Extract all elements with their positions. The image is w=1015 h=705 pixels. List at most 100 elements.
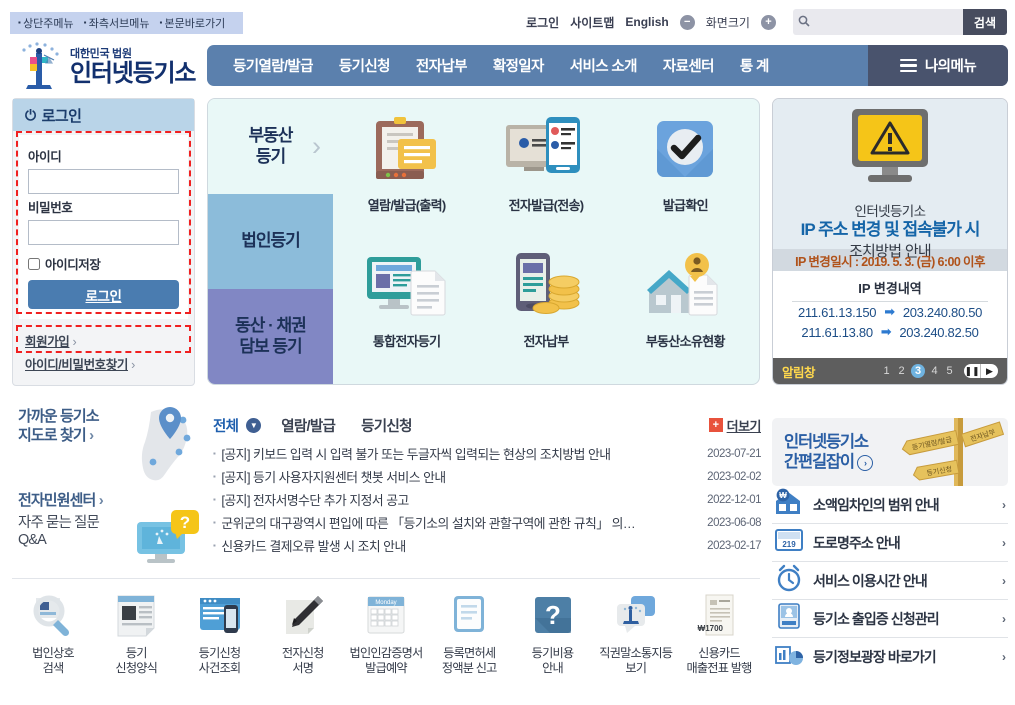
widget-find-registry-office[interactable]: 가까운 등기소 지도로 찾기 › [18,407,203,481]
nav-item-fixed-date[interactable]: 확정일자 [480,55,557,76]
find-id-password-link[interactable]: 아이디/비밀번호찾기 › [25,354,182,373]
notice-item[interactable]: ▪ [공지] 등기 사용자지원센터 챗봇 서비스 안내 2023-02-02 [213,465,762,488]
hero-tile-view-issue[interactable]: 열람/발급(출력) [337,105,476,241]
bottom-icon-ex-officio-notice[interactable]: 직권말소통지등 보기 [595,589,677,677]
korea-map-pin-icon [129,404,203,491]
bottom-icon-case-inquiry[interactable]: 등기신청 사건조회 [179,589,261,677]
utility-english-link[interactable]: English [625,15,668,29]
notice-title[interactable]: [공지] 키보드 입력 시 입력 불가 또는 두글자씩 입력되는 현상의 조치방… [221,444,686,463]
password-input[interactable] [28,220,179,245]
notice-board: 전체 ▼ 열람/발급 등기신청 + 더보기 ▪ [공지] 키보드 입력 시 입력… [213,412,762,557]
bottom-icon-application-form[interactable]: 등기 신청양식 [95,589,177,677]
calendar-icon: Monday [363,589,409,641]
nav-item-service-intro[interactable]: 서비스 소개 [557,55,650,76]
carousel-page-4[interactable]: 4 [929,365,940,377]
notice-title[interactable]: [공지] 등기 사용자지원센터 챗봇 서비스 안내 [221,467,686,486]
carousel-page-2[interactable]: 2 [896,365,907,377]
carousel-page-1[interactable]: 1 [881,365,892,377]
notice-date: 2023-02-02 [707,470,761,483]
notice-item[interactable]: ▪ 신용카드 결제오류 발생 시 조치 안내 2023-02-17 [213,534,762,557]
widget-e-civil-center[interactable]: 전자민원센터 › 자주 묻는 질문 Q&A ? [18,492,203,563]
bottom-icon-company-name-search[interactable]: 법인상호 검색 [12,589,94,677]
bottom-icon-corporate-seal-reservation[interactable]: Monday 법인인감증명서 발급예약 [345,589,427,677]
browser-mobile-icon [197,589,243,641]
site-logo[interactable]: 대한민국 법원 인터넷등기소 [16,41,196,91]
bullet-icon: ▪ [213,472,216,481]
notice-item[interactable]: ▪ 군위군의 대구광역시 편입에 따른 「등기소의 설치와 관할구역에 관한 규… [213,511,762,534]
pause-icon[interactable]: ❚❚ [964,364,981,378]
zoom-in-icon[interactable]: + [760,14,776,30]
bottom-icon-label: 법인상호 검색 [32,646,74,676]
login-panel-title: 로그인 [41,107,82,125]
utility-bar: 로그인 사이트맵 English − 화면크기 + 검색 [526,9,1007,35]
id-input[interactable] [28,169,179,194]
chevron-down-icon[interactable]: ▼ [246,417,262,433]
id-label: 아이디 [28,150,62,164]
hero-tile-epayment[interactable]: 전자납부 [476,241,615,377]
quick-link-access-pass[interactable]: 등기소 출입증 신청관리 › [772,600,1008,638]
bottom-icon-credit-card-receipt[interactable]: ₩1700 신용카드 매출전표 발행 [678,589,760,677]
notice-title[interactable]: 군위군의 대구광역시 편입에 따른 「등기소의 설치와 관할구역에 관한 규칙」… [221,513,686,532]
quick-link-label: 도로명주소 안내 [813,534,901,551]
notice-title[interactable]: [공지] 전자서명수단 추가 지정서 공고 [221,490,686,509]
notice-item[interactable]: ▪ [공지] 키보드 입력 시 입력 불가 또는 두글자씩 입력되는 현상의 조… [213,442,762,465]
hero-tile-property-ownership[interactable]: 부동산소유현황 [616,241,755,377]
skip-links[interactable]: 상단주메뉴 좌측서브메뉴 본문바로가기 [10,12,244,34]
bottom-icon-label: 전자신청 서명 [281,646,324,676]
save-id-label: 아이디저장 [45,258,101,272]
ip-to: 203.240.82.50 [899,324,979,340]
skip-link-top-menu[interactable]: 상단주메뉴 [18,15,74,31]
save-id-checkbox[interactable] [28,257,40,270]
utility-sitemap-link[interactable]: 사이트맵 [570,14,614,31]
hero-tile-electronic-issue[interactable]: 전자발급(전송) [476,105,615,241]
skip-link-content[interactable]: 본문바로가기 [159,15,226,31]
nav-item-data-center[interactable]: 자료센터 [650,55,727,76]
next-icon[interactable]: ▶ [981,364,998,378]
notice-item[interactable]: ▪ [공지] 전자서명수단 추가 지정서 공고 2022-12-01 [213,488,762,511]
ip-from: 211.61.13.80 [801,324,873,340]
bottom-icon-registration-cost-guide[interactable]: ? 등기비용 안내 [512,589,594,677]
notice-date: 2023-02-17 [707,539,761,552]
hero-category-real-estate[interactable]: 부동산 등기 › [208,99,333,194]
search-button[interactable]: 검색 [962,9,1007,35]
bullet-icon: ▪ [213,449,216,458]
utility-login-link[interactable]: 로그인 [526,14,559,31]
notice-tab-view-issue[interactable]: 열람/발급 [281,415,336,436]
my-menu-button[interactable]: 나의메뉴 [868,45,1008,86]
nav-item-registry-view[interactable]: 등기열람/발급 [220,55,326,76]
skip-link-side-menu[interactable]: 좌측서브메뉴 [84,15,150,31]
hero-category-movable-credit[interactable]: 동산 · 채권 담보 등기 [208,289,333,384]
quick-link-service-hours[interactable]: 서비스 이용시간 안내 › [772,562,1008,600]
hero-tile-label: 발급확인 [662,198,709,213]
search-input[interactable] [814,9,963,35]
nav-item-statistics[interactable]: 통 계 [727,55,782,76]
alert-notice-panel: 인터넷등기소 IP 주소 변경 및 접속불가 시 조치방법 안내 IP 변경일시… [772,98,1008,385]
hero-tile-issue-confirm[interactable]: 발급확인 [616,105,755,241]
nav-item-epayment[interactable]: 전자납부 [403,55,480,76]
notice-more-link[interactable]: + 더보기 [708,416,762,435]
quick-link-road-address[interactable]: 219 도로명주소 안내 › [772,524,1008,562]
quick-link-small-tenant[interactable]: ₩ 소액임차인의 범위 안내 › [772,486,1008,524]
bottom-icon-license-tax-report[interactable]: 등록면허세 정액분 신고 [428,589,510,677]
hero-category-corporate[interactable]: 법인등기 [208,194,333,289]
nav-item-registry-apply[interactable]: 등기신청 [326,55,403,76]
bottom-shortcut-row: 법인상호 검색 등기 신청양식 등기신청 사건조회 전자신청 서명 Monday… [12,578,760,677]
notice-tab-all[interactable]: 전체 [213,415,239,436]
carousel-page-5[interactable]: 5 [944,365,955,377]
carousel-page-3-active[interactable]: 3 [911,364,925,378]
join-link[interactable]: 회원가입 › [25,331,182,350]
notice-title[interactable]: 신용카드 결제오류 발생 시 조치 안내 [221,536,686,555]
login-links: 회원가입 › 아이디/비밀번호찾기 › [13,319,194,373]
ip-to: 203.240.80.50 [902,304,983,320]
bottom-icon-e-application-sign[interactable]: 전자신청 서명 [262,589,344,677]
hero-tile-integrated-registry[interactable]: 통합전자등기 [337,241,476,377]
hamburger-icon [899,56,917,76]
bullet-icon: ▪ [213,541,216,550]
notice-tab-apply[interactable]: 등기신청 [361,415,412,436]
simple-guide-banner[interactable]: 인터넷등기소 간편길잡이 › 등기열람/발급 전자납부 등기신청 [772,418,1008,486]
zoom-out-icon[interactable]: − [679,14,695,30]
login-submit-button[interactable]: 로그인 [28,280,179,309]
quick-link-registry-info-plaza[interactable]: 등기정보광장 바로가기 › [772,638,1008,676]
notice-tabs: 전체 ▼ 열람/발급 등기신청 + 더보기 [213,412,762,438]
alert-bar-label: 알림창 [782,365,816,380]
